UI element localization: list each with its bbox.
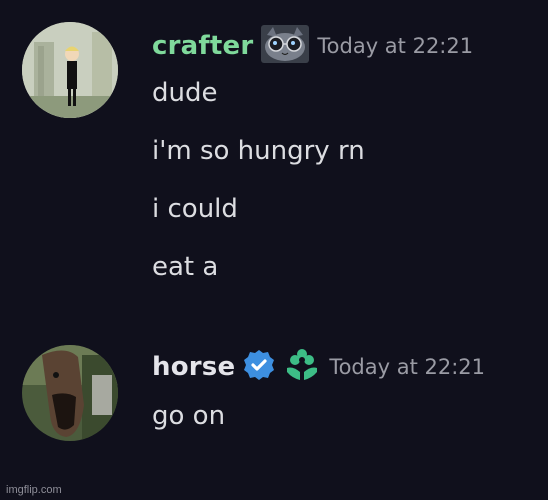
- username-crafter[interactable]: crafter: [152, 31, 253, 61]
- message-line: eat a: [152, 252, 219, 282]
- message-line: dude: [152, 78, 218, 108]
- message-content: dude i'm so hungry rn i could eat a: [152, 72, 365, 304]
- avatar-crafter[interactable]: [22, 22, 118, 118]
- message-line: i could: [152, 194, 238, 224]
- timestamp: Today at 22:21: [317, 34, 474, 58]
- timestamp: Today at 22:21: [329, 355, 486, 379]
- watermark: imgflip.com: [6, 484, 62, 496]
- message-header: horse Today at 22:21: [152, 347, 485, 387]
- avatar-horse[interactable]: [22, 345, 118, 441]
- green-flower-badge-icon[interactable]: [283, 348, 321, 386]
- chat-window: crafter Today at 22:21 dude i'm so hungr…: [0, 0, 548, 500]
- message-line: i'm so hungry rn: [152, 136, 365, 166]
- cat-with-glasses-icon[interactable]: [261, 25, 310, 67]
- verified-check-icon[interactable]: [243, 349, 275, 385]
- username-horse[interactable]: horse: [152, 352, 235, 382]
- message-header: crafter Today at 22:21: [152, 25, 474, 67]
- message-content: go on: [152, 395, 225, 453]
- message-line: go on: [152, 401, 226, 431]
